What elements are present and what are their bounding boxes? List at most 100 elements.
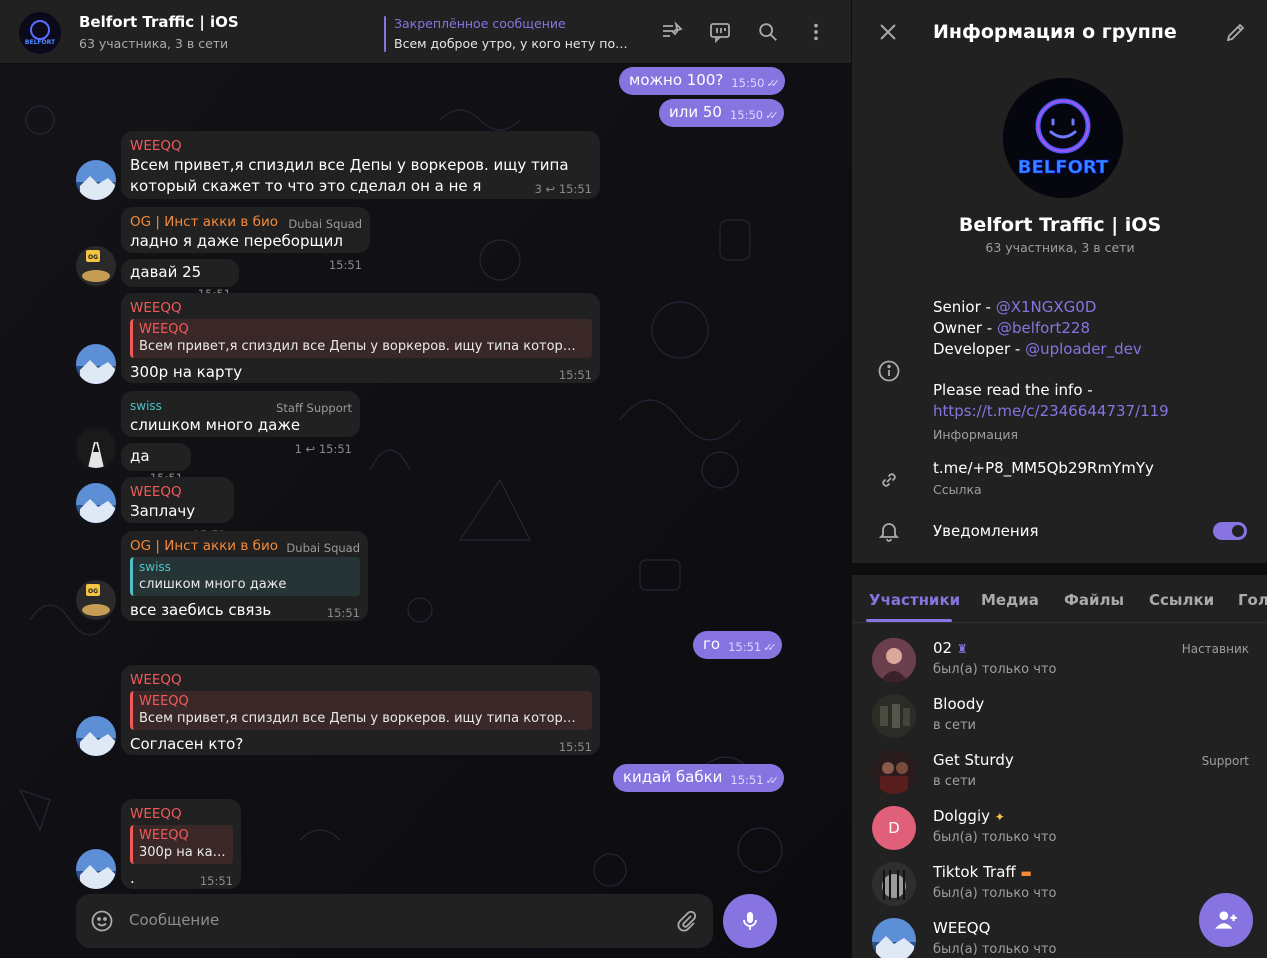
message-outgoing[interactable]: кидай бабки 15:51 ✓✓: [613, 764, 784, 792]
active-tab-indicator: [866, 619, 952, 622]
member-item[interactable]: Bloody в сети: [852, 690, 1267, 746]
message-incoming[interactable]: WEEQQ Всем привет,я спиздил все Депы у в…: [121, 131, 600, 199]
reply-sender: WEEQQ: [139, 322, 189, 337]
message-incoming[interactable]: да 15:51: [121, 443, 191, 485]
reply-text: Всем привет,я спиздил все Депы у воркеро…: [139, 339, 586, 354]
message-input[interactable]: Сообщение: [129, 911, 219, 929]
group-info-header: Информация о группе BELFORT Belfort Traf…: [852, 0, 1267, 563]
message-sender[interactable]: WEEQQ: [130, 483, 226, 501]
member-avatar: [872, 638, 916, 682]
message-incoming[interactable]: WEEQQ WEEQQ Всем привет,я спиздил все Де…: [121, 293, 600, 383]
close-icon[interactable]: [876, 20, 900, 48]
message-sender[interactable]: WEEQQ: [130, 671, 592, 689]
reply-sender: WEEQQ: [139, 694, 189, 709]
message-time: 15:51: [558, 740, 592, 754]
message-time: 15:51 ✓✓: [728, 640, 777, 654]
avatar-og[interactable]: OG: [76, 580, 116, 620]
group-avatar[interactable]: BELFORT: [19, 12, 61, 54]
member-status: в сети: [933, 774, 976, 789]
chat-pane: BELFORT Belfort Traffic | iOS 63 участни…: [0, 0, 851, 958]
member-avatar: [872, 918, 916, 958]
message-incoming[interactable]: давай 25 15:51: [121, 259, 239, 301]
member-status: был(а) только что: [933, 662, 1057, 677]
group-description: Senior - @X1NGXG0D Owner - @belfort228 D…: [933, 297, 1169, 445]
avatar-weeqq[interactable]: [76, 344, 116, 384]
message-outgoing[interactable]: или 50 15:50 ✓✓: [659, 99, 784, 127]
message-time: 3 ↩ 15:51: [534, 182, 592, 196]
add-user-icon: [1215, 911, 1237, 929]
admin-tag: Staff Support: [276, 401, 352, 415]
member-item[interactable]: 02 ♜ был(а) только что Наставник: [852, 634, 1267, 690]
reply-quote[interactable]: WEEQQ Всем привет,я спиздил все Депы у в…: [130, 691, 592, 730]
avatar-weeqq[interactable]: [76, 483, 116, 523]
admin-tag: Dubai Squad: [288, 217, 362, 231]
info-link[interactable]: https://t.me/c/2346644737/119: [933, 401, 1169, 422]
message-text: го: [703, 635, 721, 653]
avatar-weeqq[interactable]: [76, 160, 116, 200]
owner-link[interactable]: @belfort228: [997, 319, 1090, 337]
notifications-label[interactable]: Уведомления: [933, 521, 1038, 542]
voice-record-button[interactable]: [723, 894, 777, 948]
message-time: 15:51: [326, 606, 360, 620]
add-member-button[interactable]: [1199, 893, 1253, 947]
tab-links[interactable]: Ссылки: [1149, 591, 1214, 609]
message-incoming[interactable]: WEEQQ Заплачу 15:51: [121, 477, 234, 542]
notifications-toggle[interactable]: [1213, 522, 1247, 540]
pinned-label[interactable]: Закреплённое сообщение: [394, 16, 566, 31]
tab-files[interactable]: Файлы: [1064, 591, 1124, 609]
avatar-weeqq[interactable]: [76, 716, 116, 756]
emoji-icon[interactable]: [90, 909, 114, 937]
member-item[interactable]: Get Sturdy в сети Support: [852, 746, 1267, 802]
developer-link[interactable]: @uploader_dev: [1025, 340, 1142, 358]
reply-quote[interactable]: WEEQQ 300р на карту: [130, 825, 233, 864]
member-status: был(а) только что: [933, 830, 1057, 845]
avatar-swiss[interactable]: [76, 428, 116, 468]
message-text: можно 100?: [629, 71, 724, 89]
avatar-og[interactable]: OG: [76, 246, 116, 286]
message-sender[interactable]: WEEQQ: [130, 137, 592, 155]
message-text: да: [130, 447, 150, 465]
attach-icon[interactable]: [675, 909, 699, 937]
message-incoming[interactable]: WEEQQ WEEQQ 300р на карту . 15:51: [121, 799, 241, 889]
tab-media[interactable]: Медиа: [981, 591, 1039, 609]
edit-pencil-icon[interactable]: [1224, 20, 1248, 48]
message-incoming[interactable]: WEEQQ WEEQQ Всем привет,я спиздил все Де…: [121, 665, 600, 755]
member-role: Support: [1201, 754, 1249, 768]
senior-link[interactable]: @X1NGXG0D: [996, 298, 1097, 316]
tab-members[interactable]: Участники: [869, 591, 960, 609]
message-time: 15:50 ✓✓: [729, 108, 779, 122]
tab-voice[interactable]: Голо: [1238, 591, 1267, 609]
member-role: Наставник: [1181, 642, 1249, 656]
message-outgoing[interactable]: го 15:51 ✓✓: [693, 631, 782, 659]
reply-quote[interactable]: swiss слишком много даже: [130, 557, 360, 596]
invite-link[interactable]: t.me/+P8_MM5Qb29RmYmYy: [933, 458, 1154, 479]
message-time: 15:51: [558, 368, 592, 382]
group-avatar-large[interactable]: BELFORT: [1003, 78, 1123, 198]
chat-title[interactable]: Belfort Traffic | iOS: [79, 13, 239, 31]
unpin-list-icon[interactable]: [658, 18, 686, 46]
member-avatar: [872, 750, 916, 794]
invite-link-row[interactable]: t.me/+P8_MM5Qb29RmYmYy Ссылка: [933, 458, 1154, 500]
message-incoming[interactable]: OG | Инст акки в био Dubai Squad ладно я…: [121, 207, 370, 272]
message-time: 15:51 ✓✓: [730, 773, 779, 787]
reply-text: слишком много даже: [139, 577, 287, 592]
message-incoming[interactable]: OG | Инст акки в био Dubai Squad swiss с…: [121, 531, 368, 621]
avatar-weeqq[interactable]: [76, 849, 116, 889]
chat-header: BELFORT Belfort Traffic | iOS 63 участни…: [0, 0, 851, 64]
message-outgoing[interactable]: можно 100? 15:50 ✓✓: [619, 67, 785, 95]
more-menu-icon[interactable]: [802, 18, 830, 46]
message-sender[interactable]: WEEQQ: [130, 805, 233, 823]
search-icon[interactable]: [754, 18, 782, 46]
reply-sender: swiss: [139, 560, 171, 574]
pinned-text[interactable]: Всем доброе утро, у кого нету подп...: [394, 36, 634, 51]
reply-quote[interactable]: WEEQQ Всем привет,я спиздил все Депы у в…: [130, 319, 592, 358]
member-status: был(а) только что: [933, 942, 1057, 957]
member-item[interactable]: D Dolggiy ✦ был(а) только что: [852, 802, 1267, 858]
message-incoming[interactable]: swiss Staff Support слишком много даже 1…: [121, 391, 360, 456]
comments-icon[interactable]: [706, 18, 734, 46]
invite-caption: Ссылка: [933, 482, 982, 497]
message-sender[interactable]: WEEQQ: [130, 299, 592, 317]
message-text: давай 25: [130, 263, 202, 281]
message-time: 15:51: [328, 258, 362, 272]
info-circle-icon: [876, 358, 902, 384]
